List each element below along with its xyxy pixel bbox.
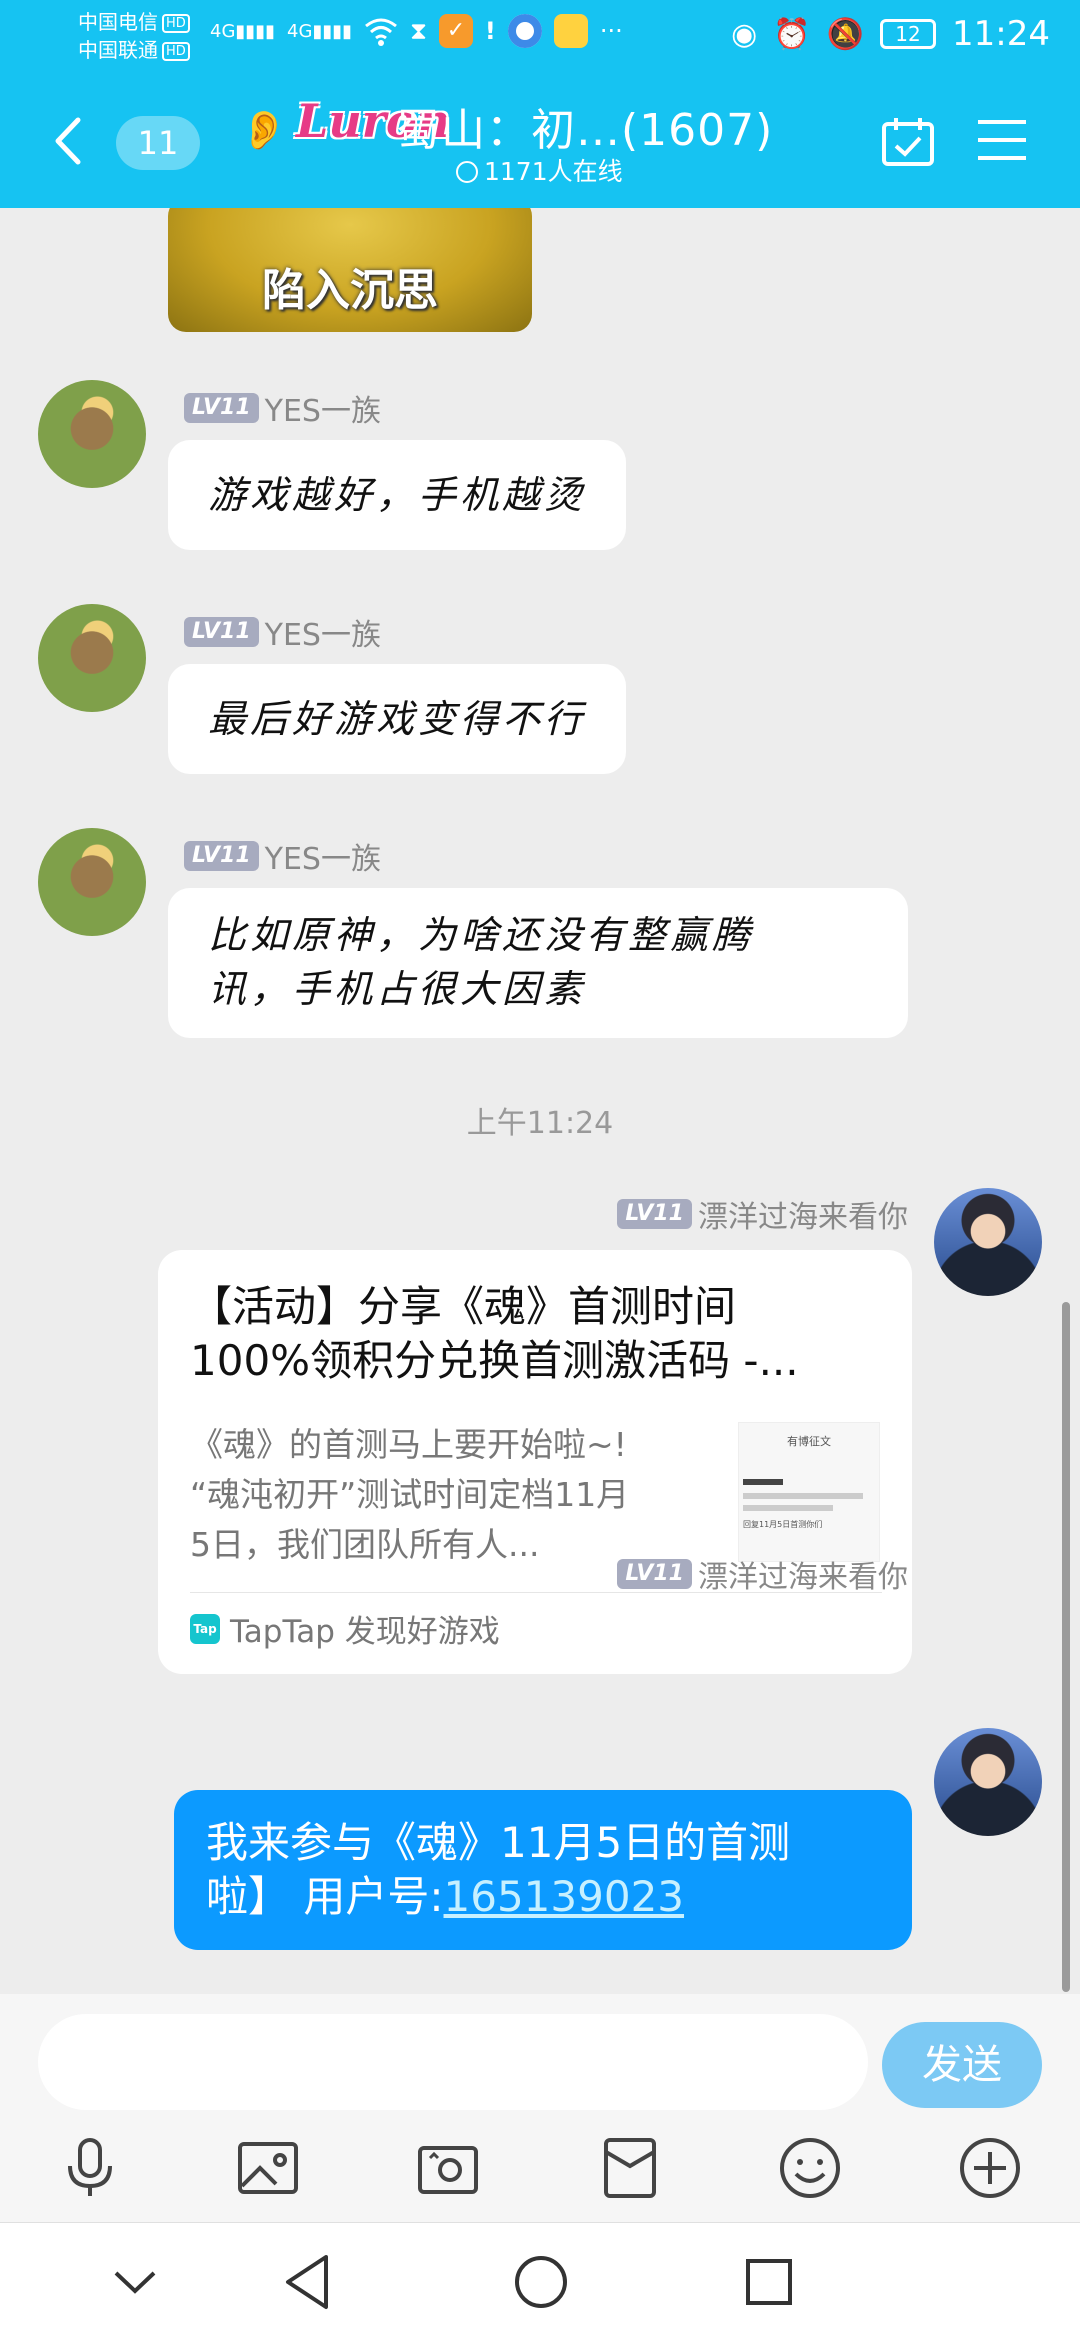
sticker-image[interactable]: 陷入沉思 bbox=[168, 208, 532, 332]
scrollbar[interactable] bbox=[1062, 1302, 1070, 1992]
sender-name[interactable]: 漂洋过海来看你 bbox=[698, 1192, 908, 1236]
chevron-down-icon[interactable] bbox=[102, 2249, 168, 2315]
status-bar: 中国电信 HD 中国联通 HD 4G▮▮▮▮ 4G▮▮▮▮ ⧗ ✓ ! ··· ◉ … bbox=[0, 0, 1080, 72]
hd-badge: HD bbox=[162, 42, 190, 61]
game-app-icon bbox=[553, 14, 588, 48]
system-navigation-bar bbox=[0, 2222, 1080, 2340]
avatar[interactable] bbox=[38, 604, 146, 712]
signal-icon: 4G▮▮▮▮ bbox=[210, 20, 276, 42]
mute-bell-icon: 🔕 bbox=[826, 16, 865, 52]
ear-icon[interactable]: 👂 bbox=[240, 108, 287, 153]
image-icon[interactable] bbox=[236, 2136, 300, 2200]
add-icon[interactable] bbox=[958, 2136, 1022, 2200]
carrier-info: 中国电信 HD 中国联通 HD bbox=[78, 8, 190, 64]
chat-nav-bar: 11 👂 Luron 蜀山：初…(1607) 1171人在线 bbox=[0, 88, 1080, 198]
app-notification-icon: ✓ bbox=[438, 14, 473, 48]
message-bubble-self[interactable]: 我来参与《魂》11月5日的首测 啦】 用户号:165139023 bbox=[174, 1790, 912, 1950]
status-clock: 11:24 bbox=[952, 14, 1050, 54]
eye-icon: ◉ bbox=[731, 16, 758, 52]
message-bubble[interactable]: 比如原神，为啥还没有整赢腾 讯，手机占很大因素 bbox=[168, 888, 908, 1038]
message-text: 比如原神，为啥还没有整赢腾 bbox=[208, 913, 755, 957]
sender-name[interactable]: YES一族 bbox=[265, 386, 381, 430]
level-badge: LV11 bbox=[617, 1559, 692, 1589]
thumbnail-title: 有博征文 bbox=[787, 1435, 831, 1448]
recents-square-icon[interactable] bbox=[736, 2249, 802, 2315]
carrier-2: 中国联通 bbox=[78, 38, 158, 62]
chat-message-list[interactable]: 陷入沉思 LV11 YES一族 游戏越好，手机越烫 LV11 YES一族 最后好游戏… bbox=[0, 208, 1080, 1994]
back-arrow-icon[interactable] bbox=[50, 116, 84, 166]
card-source: Tap TapTap 发现好游戏 bbox=[190, 1606, 500, 1651]
menu-icon[interactable] bbox=[976, 118, 1028, 162]
level-badge: LV11 bbox=[184, 841, 259, 871]
message-sender: LV11 YES一族 bbox=[184, 834, 381, 878]
shared-link-card[interactable]: 【活动】分享《魂》首测时间 100%领积分兑换首测激活码 -... 《魂》的首测… bbox=[158, 1250, 912, 1674]
message-timestamp: 上午11:24 bbox=[466, 1106, 614, 1141]
alarm-icon: ⏰ bbox=[773, 16, 811, 52]
avatar[interactable] bbox=[934, 1728, 1042, 1836]
message-text: 我来参与《魂》11月5日的首测 bbox=[206, 1818, 791, 1867]
emoji-icon[interactable] bbox=[778, 2136, 842, 2200]
wifi-icon bbox=[365, 18, 397, 46]
calendar-check-icon[interactable] bbox=[880, 116, 936, 168]
camera-icon[interactable] bbox=[416, 2136, 480, 2200]
battery-icon: 12 bbox=[880, 19, 937, 49]
unread-count-badge[interactable]: 11 bbox=[116, 116, 200, 170]
avatar[interactable] bbox=[38, 828, 146, 936]
status-icons-right: ◉ ⏰ 🔕 12 11:24 bbox=[731, 14, 1050, 54]
avatar[interactable] bbox=[934, 1188, 1042, 1296]
message-text: 啦】 用户号:165139023 bbox=[206, 1872, 685, 1921]
send-button[interactable]: 发送 bbox=[882, 2022, 1042, 2108]
app-header: 中国电信 HD 中国联通 HD 4G▮▮▮▮ 4G▮▮▮▮ ⧗ ✓ ! ··· ◉ … bbox=[0, 0, 1080, 208]
level-badge: LV11 bbox=[617, 1199, 692, 1229]
back-triangle-icon[interactable] bbox=[276, 2249, 342, 2315]
message-text: 游戏越好，手机越烫 bbox=[208, 473, 587, 517]
message-text: 最后好游戏变得不行 bbox=[208, 697, 587, 741]
taptap-icon: Tap bbox=[190, 1613, 220, 1644]
avatar[interactable] bbox=[38, 380, 146, 488]
message-sender: LV11 YES一族 bbox=[184, 386, 381, 430]
hd-badge: HD bbox=[162, 14, 190, 33]
carrier-1: 中国电信 bbox=[78, 10, 158, 34]
message-sender: LV11 漂洋过海来看你 bbox=[617, 1192, 908, 1236]
hourglass-icon: ⧗ bbox=[410, 17, 427, 45]
sender-name[interactable]: 漂洋过海来看你 bbox=[698, 1552, 908, 1596]
sender-name[interactable]: YES一族 bbox=[265, 834, 381, 878]
card-title: 【活动】分享《魂》首测时间 100%领积分兑换首测激活码 -... bbox=[190, 1282, 799, 1385]
card-description: 《魂》的首测马上要开始啦~! “魂沌初开”测试时间定档11月 5日，我们团队所有… bbox=[190, 1425, 630, 1564]
message-text: 讯，手机占很大因素 bbox=[208, 967, 587, 1011]
online-count[interactable]: 1171人在线 bbox=[456, 152, 623, 188]
level-badge: LV11 bbox=[184, 617, 259, 647]
composer: 发送 bbox=[0, 1994, 1080, 2222]
thumbnail-caption: 回复11月5日首测你们 bbox=[743, 1520, 823, 1529]
status-icons-left: 4G▮▮▮▮ 4G▮▮▮▮ ⧗ ✓ ! ··· bbox=[210, 14, 623, 48]
browser-icon bbox=[507, 14, 542, 48]
microphone-icon[interactable] bbox=[58, 2136, 122, 2200]
message-sender: LV11 漂洋过海来看你 bbox=[617, 1552, 908, 1596]
more-icon: ··· bbox=[599, 17, 623, 45]
sender-name[interactable]: YES一族 bbox=[265, 610, 381, 654]
message-input[interactable] bbox=[38, 2014, 868, 2110]
signal-icon: 4G▮▮▮▮ bbox=[287, 20, 353, 42]
message-sender: LV11 YES一族 bbox=[184, 610, 381, 654]
message-bubble[interactable]: 最后好游戏变得不行 bbox=[168, 664, 627, 774]
card-thumbnail: 有博征文 回复11月5日首测你们 bbox=[738, 1422, 880, 1562]
group-title[interactable]: 蜀山：初…(1607) bbox=[396, 94, 773, 158]
alert-icon: ! bbox=[484, 17, 496, 45]
chevron-down-icon bbox=[456, 161, 478, 183]
user-id-link[interactable]: 165139023 bbox=[444, 1872, 685, 1921]
home-circle-icon[interactable] bbox=[508, 2249, 574, 2315]
message-bubble[interactable]: 游戏越好，手机越烫 bbox=[168, 440, 627, 550]
red-packet-icon[interactable] bbox=[598, 2136, 662, 2200]
level-badge: LV11 bbox=[184, 393, 259, 423]
composer-toolbar bbox=[0, 2136, 1080, 2216]
